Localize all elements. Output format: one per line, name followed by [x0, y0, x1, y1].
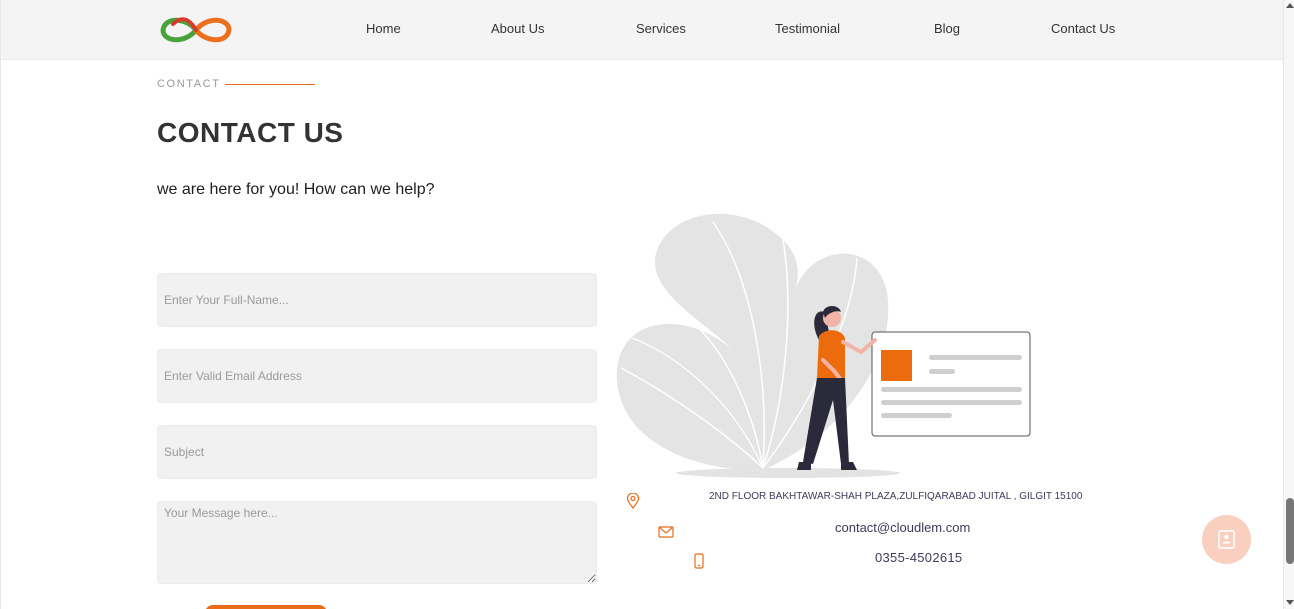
message-textarea[interactable]	[157, 501, 597, 584]
page-scrollbar[interactable]	[1283, 0, 1294, 609]
nav-testimonial[interactable]: Testimonial	[775, 21, 840, 36]
scroll-down-arrow-icon[interactable]	[1286, 600, 1294, 605]
page-title: CONTACT US	[157, 117, 344, 148]
mobile-phone-icon	[694, 553, 704, 569]
nav-contact-us[interactable]: Contact Us	[1051, 21, 1115, 36]
page-subtitle: we are here for you! How can we help?	[157, 181, 435, 198]
nav-services[interactable]: Services	[636, 21, 686, 36]
section-eyebrow: CONTACT	[157, 78, 221, 90]
site-header: Home About Us Services Testimonial Blog …	[1, 0, 1283, 60]
location-pin-icon	[626, 493, 640, 509]
contact-floating-button[interactable]	[1202, 515, 1251, 564]
main-nav: Home About Us Services Testimonial Blog …	[1, 0, 1283, 60]
contact-card-icon	[1218, 530, 1235, 549]
nav-about-us[interactable]: About Us	[491, 21, 544, 36]
email-link[interactable]: contact@cloudlem.com	[835, 520, 970, 535]
page: Home About Us Services Testimonial Blog …	[0, 0, 1294, 609]
phone-text[interactable]: 0355-4502615	[875, 550, 962, 565]
email-input[interactable]	[157, 349, 597, 403]
nav-home[interactable]: Home	[366, 21, 401, 36]
address-text: 2ND FLOOR BAKHTAWAR-SHAH PLAZA,ZULFIQARA…	[709, 491, 1083, 502]
envelope-icon	[658, 526, 674, 538]
full-name-input[interactable]	[157, 273, 597, 327]
submit-button[interactable]	[205, 605, 327, 609]
scroll-up-arrow-icon[interactable]	[1286, 3, 1294, 8]
contact-illustration	[616, 213, 1031, 478]
subject-input[interactable]	[157, 425, 597, 479]
scroll-thumb[interactable]	[1286, 498, 1294, 564]
eyebrow-divider	[225, 84, 315, 85]
nav-blog[interactable]: Blog	[934, 21, 960, 36]
